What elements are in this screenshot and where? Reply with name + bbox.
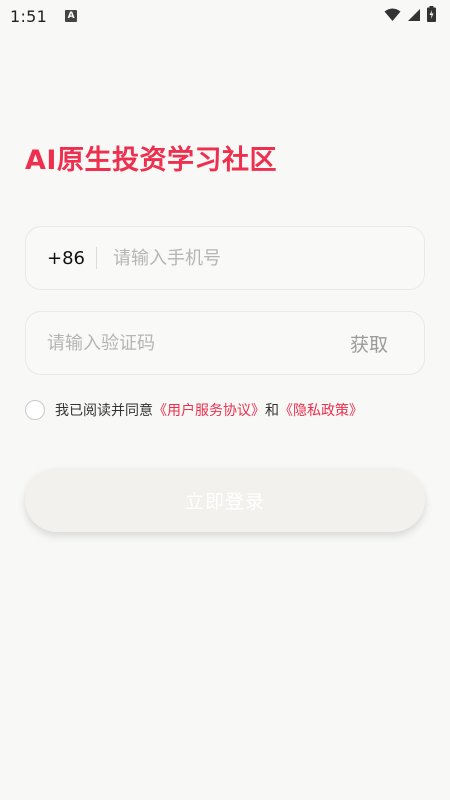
phone-field: +86 (25, 226, 425, 290)
user-agreement-link[interactable]: 《用户服务协议》 (153, 400, 265, 420)
agreement-prefix-text: 我已阅读并同意 (55, 403, 153, 419)
login-screen: 1:51 A AI原生投资学习社区 +86 获取 (0, 0, 450, 800)
privacy-policy-link[interactable]: 《隐私政策》 (279, 400, 363, 420)
notification-a-icon: A (65, 10, 78, 22)
agreement-checkbox[interactable] (25, 400, 45, 420)
status-time: 1:51 (10, 6, 48, 26)
agreement-row: 我已阅读并同意 《用户服务协议》 和 《隐私政策》 (25, 399, 363, 421)
login-button[interactable]: 立即登录 (25, 468, 425, 532)
verification-code-input[interactable] (47, 332, 297, 354)
page-title: AI原生投资学习社区 (25, 145, 277, 176)
prefix-divider (96, 247, 97, 269)
country-code-prefix[interactable]: +86 (47, 248, 96, 269)
status-icons (384, 6, 436, 26)
wifi-icon (384, 7, 401, 26)
signal-icon (407, 7, 421, 26)
get-code-button[interactable]: 获取 (350, 330, 388, 357)
status-bar: 1:51 A (0, 0, 450, 32)
phone-input[interactable] (113, 247, 393, 269)
agreement-and-text: 和 (265, 403, 279, 419)
code-field: 获取 (25, 311, 425, 375)
battery-charging-icon (427, 6, 436, 26)
